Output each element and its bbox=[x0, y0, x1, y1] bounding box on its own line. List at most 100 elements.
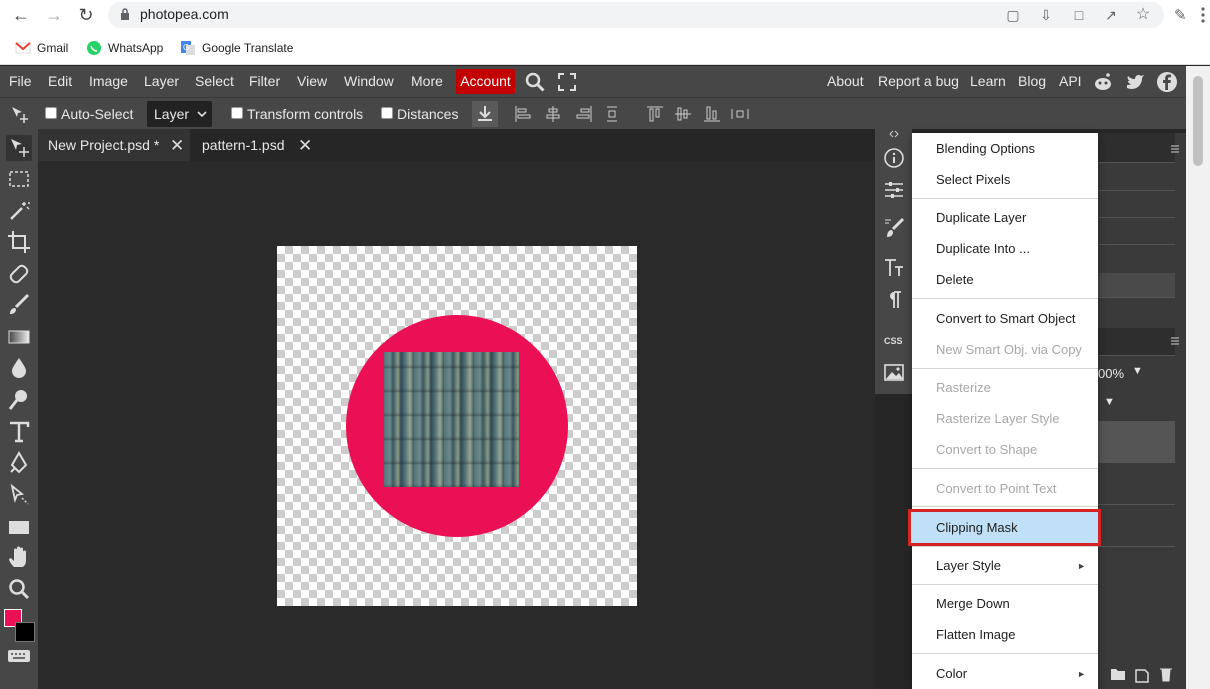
download-button[interactable] bbox=[472, 101, 498, 127]
reddit-icon[interactable] bbox=[1092, 71, 1114, 93]
menu-filter[interactable]: Filter bbox=[249, 73, 280, 89]
keyboard-icon[interactable] bbox=[6, 648, 32, 664]
fullscreen-icon[interactable] bbox=[558, 73, 576, 91]
bookmark-gmail[interactable]: Gmail bbox=[15, 39, 68, 57]
dropdown-arrow-icon[interactable]: ▼ bbox=[1104, 396, 1115, 408]
auto-select-checkbox[interactable] bbox=[45, 107, 57, 119]
menu-item-color[interactable]: Color ► bbox=[912, 659, 1098, 689]
install-app-icon[interactable]: ⇩ bbox=[1037, 6, 1055, 24]
align-right-icon[interactable] bbox=[575, 105, 593, 123]
page-icon[interactable]: □ bbox=[1070, 6, 1088, 24]
css-icon[interactable]: CSS bbox=[883, 329, 905, 351]
menu-item-merge-down[interactable]: Merge Down bbox=[912, 589, 1098, 619]
menu-image[interactable]: Image bbox=[89, 73, 128, 89]
character-icon[interactable] bbox=[883, 257, 905, 279]
reload-icon[interactable]: ↻ bbox=[75, 4, 97, 26]
new-layer-icon[interactable] bbox=[1134, 667, 1150, 683]
menu-item-convert-smart-object[interactable]: Convert to Smart Object bbox=[912, 304, 1098, 334]
twitter-icon[interactable] bbox=[1125, 71, 1147, 93]
tab-new-project[interactable]: New Project.psd * ✕ bbox=[38, 129, 190, 161]
back-icon[interactable]: ← bbox=[10, 4, 32, 26]
align-top-icon[interactable] bbox=[646, 105, 664, 123]
page-scrollbar[interactable] bbox=[1186, 66, 1210, 689]
menu-item-blending-options[interactable]: Blending Options bbox=[912, 134, 1098, 164]
zoom-tool[interactable] bbox=[6, 576, 32, 602]
adjustments-icon[interactable] bbox=[883, 179, 905, 201]
collapse-arrows-icon[interactable] bbox=[889, 129, 899, 139]
menu-view[interactable]: View bbox=[297, 73, 327, 89]
close-icon[interactable]: ✕ bbox=[170, 136, 184, 156]
link-learn[interactable]: Learn bbox=[970, 73, 1006, 89]
brush-tool[interactable] bbox=[6, 292, 32, 318]
dropdown-arrow-icon[interactable]: ▼ bbox=[1132, 365, 1143, 377]
magic-wand-tool[interactable] bbox=[6, 198, 32, 224]
info-icon[interactable] bbox=[883, 147, 905, 169]
type-tool[interactable] bbox=[6, 419, 32, 445]
path-select-tool[interactable] bbox=[6, 482, 32, 508]
forward-icon[interactable]: → bbox=[43, 4, 65, 26]
account-button[interactable]: Account bbox=[456, 69, 515, 94]
menu-file[interactable]: File bbox=[9, 73, 32, 89]
menu-window[interactable]: Window bbox=[344, 73, 394, 89]
menu-item-delete[interactable]: Delete bbox=[912, 265, 1098, 295]
pen-tool[interactable] bbox=[6, 450, 32, 476]
healing-brush-tool[interactable] bbox=[6, 261, 32, 287]
marquee-tool[interactable] bbox=[6, 166, 32, 192]
bookmark-star-icon[interactable]: ☆ bbox=[1134, 6, 1152, 24]
brush-settings-icon[interactable] bbox=[883, 217, 905, 239]
search-icon[interactable] bbox=[524, 71, 546, 93]
link-report-bug[interactable]: Report a bug bbox=[878, 73, 959, 89]
background-color-swatch[interactable] bbox=[15, 622, 35, 642]
paragraph-icon[interactable] bbox=[883, 289, 905, 311]
address-bar[interactable]: photopea.com ▢ ⇩ □ ↗ ☆ bbox=[108, 2, 1164, 28]
link-about[interactable]: About bbox=[827, 73, 864, 89]
menu-item-flatten-image[interactable]: Flatten Image bbox=[912, 620, 1098, 650]
browser-menu-icon[interactable] bbox=[1198, 4, 1208, 26]
distribute-horizontal-icon[interactable] bbox=[730, 105, 750, 123]
hand-tool[interactable] bbox=[6, 545, 32, 571]
close-icon[interactable]: ✕ bbox=[298, 136, 312, 156]
menu-layer[interactable]: Layer bbox=[144, 73, 179, 89]
menu-item-duplicate-into[interactable]: Duplicate Into ... bbox=[912, 234, 1098, 264]
layer-row[interactable] bbox=[1098, 463, 1175, 505]
layer-mode-select[interactable]: Layer bbox=[147, 101, 212, 127]
align-center-icon[interactable] bbox=[544, 105, 562, 123]
bookmark-whatsapp[interactable]: WhatsApp bbox=[86, 39, 163, 57]
transform-controls-checkbox[interactable] bbox=[231, 107, 243, 119]
menu-item-duplicate-layer[interactable]: Duplicate Layer bbox=[912, 203, 1098, 233]
share-icon[interactable]: ↗ bbox=[1102, 6, 1120, 24]
opacity-value[interactable]: 00% bbox=[1098, 366, 1124, 381]
menu-select[interactable]: Select bbox=[195, 73, 234, 89]
dodge-tool[interactable] bbox=[6, 387, 32, 413]
new-folder-icon[interactable] bbox=[1110, 667, 1126, 681]
align-middle-icon[interactable] bbox=[674, 105, 692, 123]
align-left-icon[interactable] bbox=[514, 105, 532, 123]
distribute-vertical-icon[interactable] bbox=[603, 105, 621, 123]
crop-tool[interactable] bbox=[6, 229, 32, 255]
menu-edit[interactable]: Edit bbox=[48, 73, 72, 89]
rectangle-tool[interactable] bbox=[6, 514, 32, 540]
link-blog[interactable]: Blog bbox=[1018, 73, 1046, 89]
menu-item-clipping-mask[interactable]: Clipping Mask bbox=[908, 509, 1101, 546]
distances-checkbox[interactable] bbox=[381, 107, 393, 119]
canvas[interactable] bbox=[277, 246, 637, 606]
gradient-tool[interactable] bbox=[6, 324, 32, 350]
blur-tool[interactable] bbox=[6, 355, 32, 381]
extension-icon[interactable]: ✎ bbox=[1174, 6, 1192, 24]
move-tool[interactable] bbox=[6, 135, 32, 161]
layer-row[interactable] bbox=[1098, 505, 1175, 547]
image-icon[interactable] bbox=[883, 362, 905, 384]
menu-more[interactable]: More bbox=[411, 73, 443, 89]
align-bottom-icon[interactable] bbox=[703, 105, 721, 123]
menu-item-layer-style[interactable]: Layer Style ► bbox=[912, 551, 1098, 581]
scrollbar-thumb[interactable] bbox=[1193, 76, 1203, 166]
link-api[interactable]: API bbox=[1059, 73, 1082, 89]
screenshot-icon[interactable]: ▢ bbox=[1004, 6, 1022, 24]
layer-row[interactable] bbox=[1098, 421, 1175, 463]
menu-item-select-pixels[interactable]: Select Pixels bbox=[912, 165, 1098, 195]
panel-menu-icon[interactable] bbox=[1170, 144, 1180, 154]
tab-pattern[interactable]: pattern-1.psd ✕ bbox=[192, 129, 320, 161]
panel-menu-icon[interactable] bbox=[1170, 336, 1180, 346]
delete-layer-icon[interactable] bbox=[1158, 666, 1174, 682]
bookmark-google-translate[interactable]: G Google Translate bbox=[180, 39, 293, 57]
